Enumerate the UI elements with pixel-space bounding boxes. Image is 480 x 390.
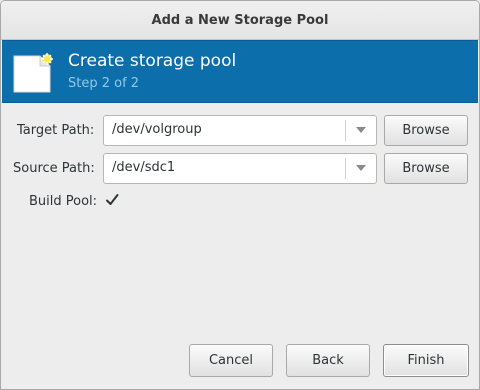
source-path-label: Source Path: xyxy=(13,161,95,176)
dialog-window: Add a New Storage Pool Create storage po… xyxy=(0,0,480,390)
target-path-label: Target Path: xyxy=(17,123,95,138)
target-path-value[interactable]: /dev/volgroup xyxy=(112,122,202,137)
step-indicator: Step 2 of 2 xyxy=(68,76,140,91)
window-title: Add a New Storage Pool xyxy=(151,12,329,28)
cancel-button[interactable]: Cancel xyxy=(189,344,273,377)
build-pool-label: Build Pool: xyxy=(29,194,98,209)
chevron-down-icon[interactable] xyxy=(356,165,366,171)
back-button[interactable]: Back xyxy=(286,344,370,377)
banner-title: Create storage pool xyxy=(68,51,237,71)
title-bar[interactable]: Add a New Storage Pool xyxy=(1,1,479,40)
combo-separator xyxy=(345,120,346,141)
target-path-browse-button[interactable]: Browse xyxy=(384,115,468,146)
target-path-combo[interactable]: /dev/volgroup xyxy=(103,115,377,146)
combo-separator xyxy=(345,158,346,179)
source-path-browse-button[interactable]: Browse xyxy=(384,153,468,184)
source-path-value[interactable]: /dev/sdc1 xyxy=(112,160,175,175)
finish-button[interactable]: Finish xyxy=(383,344,469,377)
new-document-icon xyxy=(13,53,53,93)
header-banner: Create storage pool Step 2 of 2 xyxy=(2,40,478,103)
build-pool-checkbox[interactable] xyxy=(104,192,120,208)
source-path-combo[interactable]: /dev/sdc1 xyxy=(103,153,377,184)
chevron-down-icon[interactable] xyxy=(356,127,366,133)
